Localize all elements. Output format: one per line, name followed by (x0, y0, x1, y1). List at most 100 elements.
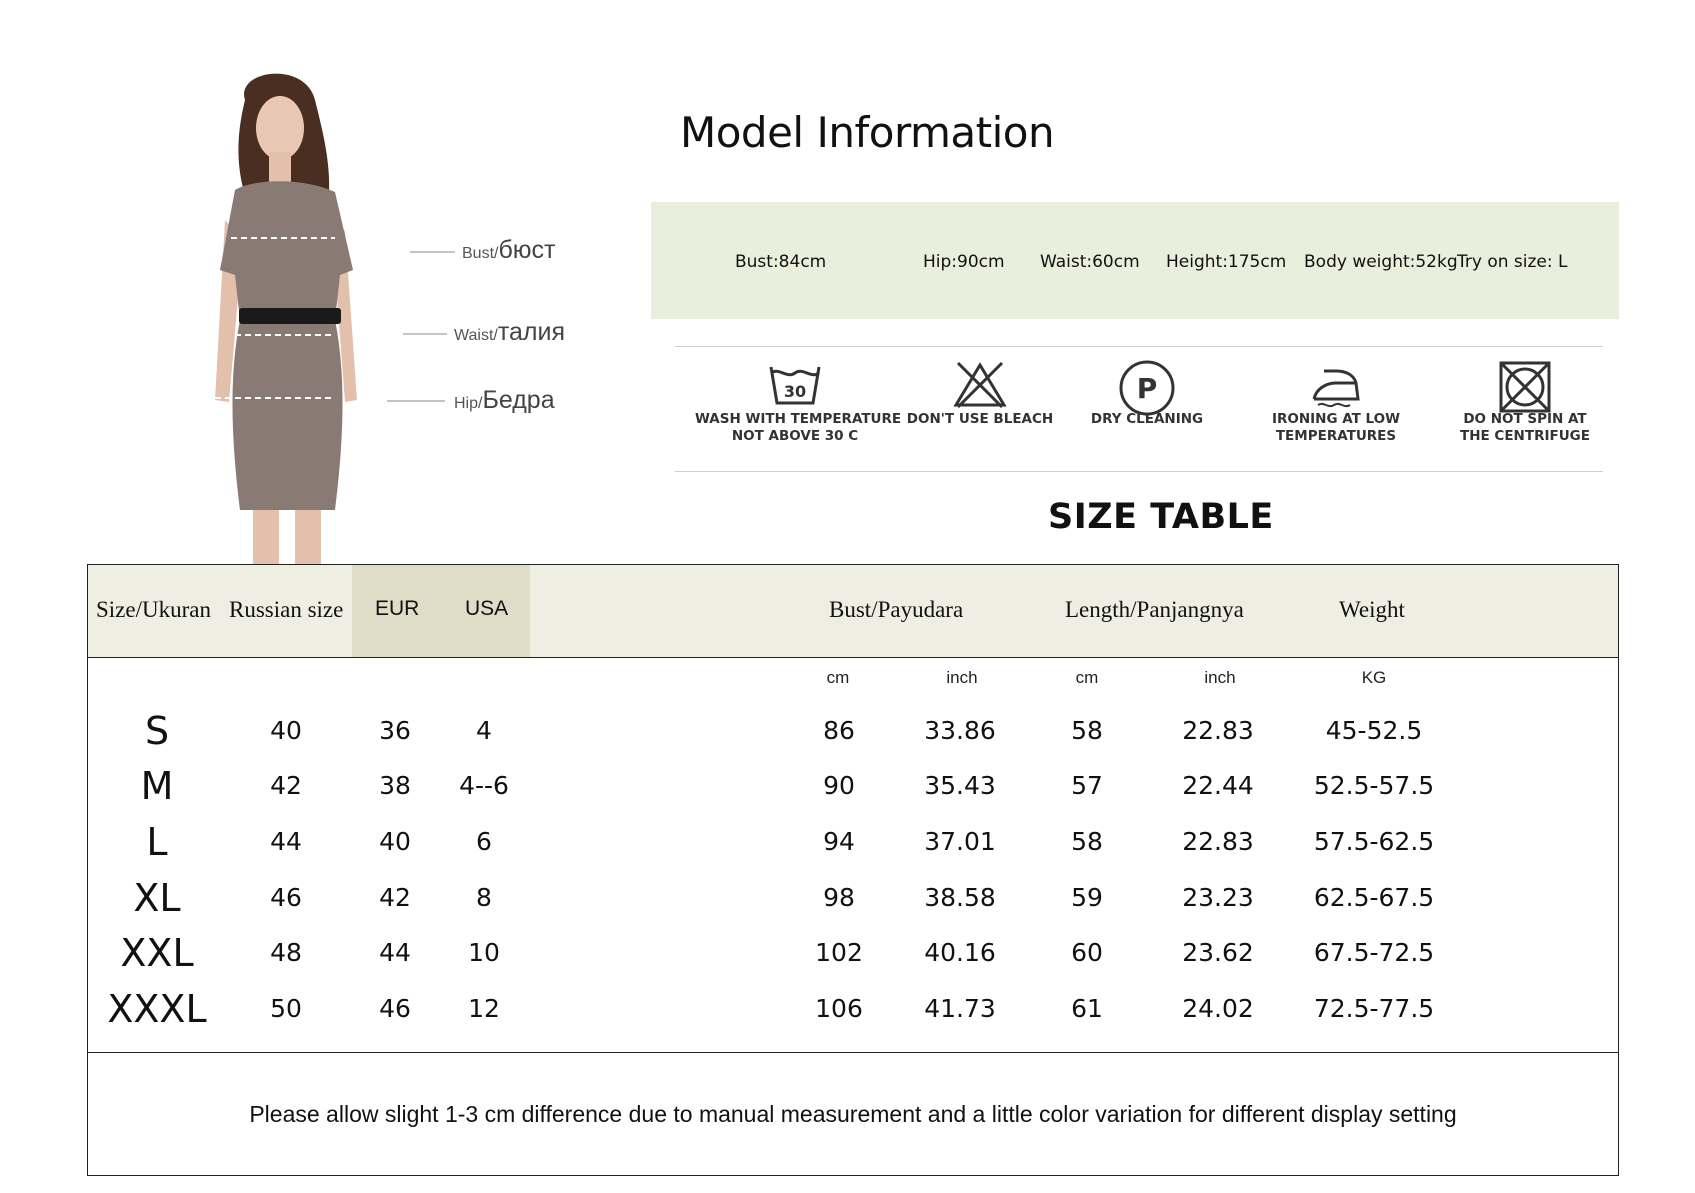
dry-clean-icon: P (1119, 360, 1175, 416)
cell-length-cm: 61 (1071, 994, 1103, 1023)
care-wash: 30 WASH WITH TEMPERATURE NOT ABOVE 30 C (695, 359, 902, 445)
cell-length-inch: 23.23 (1182, 883, 1254, 912)
stat-waist: Waist:60cm (1040, 252, 1140, 272)
cell-length-cm: 58 (1071, 827, 1103, 856)
cell-weight: 67.5-72.5 (1313, 938, 1435, 967)
no-tumble-icon (1499, 361, 1551, 413)
care-iron-low: IRONING AT LOW TEMPERATURES (1251, 359, 1421, 445)
unit-bust-inch: inch (946, 668, 978, 687)
cell-size: XXXL (107, 987, 207, 1031)
cell-eur: 38 (379, 771, 411, 800)
cell-eur: 42 (379, 883, 411, 912)
header-usa: USA (465, 597, 509, 620)
care-no-spin: DO NOT SPIN AT THE CENTRIFUGE (1440, 359, 1610, 445)
belt (239, 308, 341, 324)
unit-bust-cm: cm (826, 668, 850, 687)
care-dry-clean: P DRY CLEANING (1072, 359, 1222, 428)
cell-russian: 46 (270, 883, 302, 912)
size-table: Size/Ukuran Russian size EUR USA Bust/Pa… (87, 564, 1619, 1176)
cell-bust-inch: 38.58 (924, 883, 996, 912)
cell-size: M (140, 764, 174, 808)
model-stats-bar: Bust:84cm Hip:90cm Waist:60cm Height:175… (651, 202, 1619, 319)
stat-try-on-size: Try on size: L (1457, 252, 1568, 272)
header-length: Length/Panjangnya (1065, 597, 1244, 622)
cell-usa: 6 (476, 827, 492, 856)
cell-size: XL (133, 876, 181, 920)
no-spin-label: DO NOT SPIN AT THE CENTRIFUGE (1460, 411, 1590, 444)
cell-bust-cm: 94 (823, 827, 855, 856)
cell-weight: 62.5-67.5 (1313, 883, 1435, 912)
cell-weight: 72.5-77.5 (1313, 994, 1435, 1023)
cell-length-inch: 22.83 (1182, 827, 1254, 856)
no-bleach-icon (953, 361, 1007, 409)
cell-bust-inch: 40.16 (924, 938, 996, 967)
dress-shape (220, 181, 353, 510)
svg-text:P: P (1137, 372, 1158, 405)
unit-length-cm: cm (1075, 668, 1099, 687)
cell-russian: 50 (270, 994, 302, 1023)
table-row: S 40 36 4 86 33.86 58 22.83 45-52.5 (88, 703, 1618, 759)
cell-length-cm: 59 (1071, 883, 1103, 912)
cell-russian: 48 (270, 938, 302, 967)
cell-eur: 36 (379, 716, 411, 745)
header-size: Size/Ukuran (96, 597, 211, 622)
unit-weight-kg: KG (1361, 668, 1387, 687)
unit-length-inch: inch (1204, 668, 1236, 687)
table-header: Size/Ukuran Russian size EUR USA Bust/Pa… (88, 565, 1618, 658)
cell-length-inch: 22.44 (1182, 771, 1254, 800)
iron-low-icon (1312, 369, 1360, 408)
cell-russian: 44 (270, 827, 302, 856)
bust-label: Bust/бюст (462, 236, 556, 264)
cell-usa: 4--6 (459, 771, 509, 800)
wash-30-icon: 30 (769, 366, 821, 405)
table-row: M 42 38 4--6 90 35.43 57 22.44 52.5-57.5 (88, 758, 1618, 814)
stat-bust: Bust:84cm (735, 252, 827, 272)
waist-label: Waist/талия (454, 318, 566, 346)
hip-label: Hip/Бедра (454, 386, 555, 414)
header-weight: Weight (1339, 597, 1405, 622)
cell-bust-cm: 102 (815, 938, 863, 967)
cell-length-inch: 24.02 (1182, 994, 1254, 1023)
table-row: XXL 48 44 10 102 40.16 60 23.62 67.5-72.5 (88, 925, 1618, 981)
svg-text:30: 30 (784, 382, 806, 401)
cell-weight: 57.5-62.5 (1313, 827, 1435, 856)
cell-length-inch: 22.83 (1182, 716, 1254, 745)
cell-length-inch: 23.62 (1182, 938, 1254, 967)
table-row: XL 46 42 8 98 38.58 59 23.23 62.5-67.5 (88, 870, 1618, 926)
cell-usa: 10 (468, 938, 500, 967)
cell-eur: 46 (379, 994, 411, 1023)
cell-bust-cm: 90 (823, 771, 855, 800)
cell-russian: 42 (270, 771, 302, 800)
cell-size: XXL (120, 931, 194, 975)
care-instructions: 30 WASH WITH TEMPERATURE NOT ABOVE 30 C … (675, 346, 1603, 472)
cell-bust-inch: 35.43 (924, 771, 996, 800)
measurement-note: Please allow slight 1-3 cm difference du… (249, 1101, 1457, 1127)
dry-clean-label: DRY CLEANING (1090, 411, 1204, 427)
cell-bust-inch: 33.86 (924, 716, 996, 745)
wash-label: WASH WITH TEMPERATURE NOT ABOVE 30 C (695, 411, 902, 444)
cell-size: L (146, 820, 168, 864)
model-info-title: Model Information (680, 108, 1055, 157)
cell-weight: 52.5-57.5 (1313, 771, 1435, 800)
table-row: XXXL 50 46 12 106 41.73 61 24.02 72.5-77.5 (88, 981, 1618, 1037)
size-table-title: SIZE TABLE (1048, 497, 1274, 537)
care-no-bleach: DON'T USE BLEACH (905, 359, 1055, 428)
note-divider (88, 1052, 1618, 1053)
stat-height: Height:175cm (1166, 252, 1287, 272)
cell-eur: 40 (379, 827, 411, 856)
cell-bust-inch: 41.73 (924, 994, 996, 1023)
cell-usa: 8 (476, 883, 492, 912)
header-russian-size: Russian size (229, 597, 344, 622)
iron-low-label: IRONING AT LOW TEMPERATURES (1271, 411, 1401, 444)
cell-bust-cm: 86 (823, 716, 855, 745)
header-eur: EUR (375, 597, 420, 620)
cell-eur: 44 (379, 938, 411, 967)
stat-hip: Hip:90cm (923, 252, 1005, 272)
cell-russian: 40 (270, 716, 302, 745)
cell-bust-cm: 106 (815, 994, 863, 1023)
cell-length-cm: 60 (1071, 938, 1103, 967)
header-bust: Bust/Payudara (829, 597, 964, 622)
cell-bust-cm: 98 (823, 883, 855, 912)
cell-size: S (144, 709, 170, 753)
cell-weight: 45-52.5 (1325, 716, 1423, 745)
